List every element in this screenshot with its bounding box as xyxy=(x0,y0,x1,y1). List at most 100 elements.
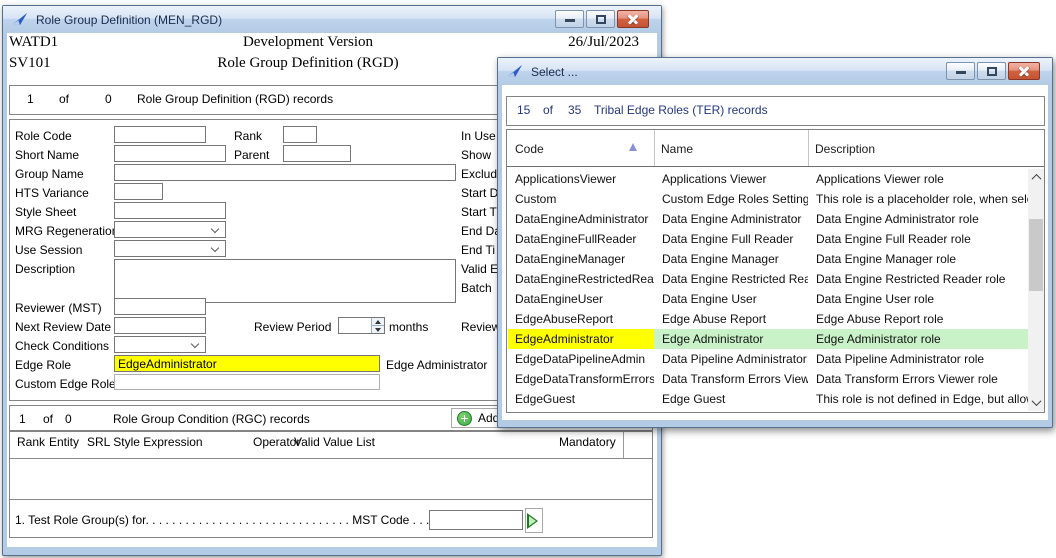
role-code-input[interactable] xyxy=(114,126,206,143)
row-code-cell[interactable]: DataEngineUser xyxy=(508,289,654,309)
description-textarea[interactable] xyxy=(114,259,456,303)
mrg-regeneration-select[interactable] xyxy=(114,221,226,238)
table-row[interactable]: DataEngineRestrictedReader Data Engine R… xyxy=(508,269,1030,289)
valid-label: Valid E xyxy=(461,262,499,276)
table-row[interactable]: EdgeGuest Edge Guest This role is not de… xyxy=(508,389,1030,409)
rgc-col-rank[interactable]: Rank xyxy=(17,435,45,449)
edge-role-input[interactable]: EdgeAdministrator xyxy=(114,355,380,372)
close-button[interactable] xyxy=(617,10,649,28)
ter-col-code[interactable]: Code xyxy=(515,142,544,156)
row-name-cell[interactable]: Edge Guest xyxy=(654,389,808,409)
parent-input[interactable] xyxy=(283,145,351,162)
maximize-button[interactable] xyxy=(586,10,615,28)
row-code-cell[interactable]: Custom xyxy=(508,189,654,209)
review-period-stepper[interactable] xyxy=(338,317,385,334)
table-row[interactable]: ApplicationsViewer Applications Viewer A… xyxy=(508,169,1030,189)
group-name-input[interactable] xyxy=(114,164,456,181)
table-row[interactable]: Custom Custom Edge Roles Setting This ro… xyxy=(508,189,1030,209)
row-code-cell[interactable]: ApplicationsViewer xyxy=(508,169,654,189)
row-description-cell[interactable]: Edge Abuse Report role xyxy=(808,309,1030,329)
dialog-maximize-button[interactable] xyxy=(977,62,1006,80)
row-name-cell[interactable]: Data Engine User xyxy=(654,289,808,309)
row-code-cell[interactable]: EdgeAdministrator xyxy=(508,329,654,349)
row-name-cell[interactable]: Data Engine Manager xyxy=(654,249,808,269)
app-icon xyxy=(12,12,29,27)
dialog-minimize-button[interactable] xyxy=(946,62,975,80)
months-label: months xyxy=(389,320,429,334)
row-description-cell[interactable]: This role is a placeholder role, when se… xyxy=(808,189,1030,209)
short-name-input[interactable] xyxy=(114,145,226,162)
sort-ascending-icon[interactable] xyxy=(629,143,637,151)
row-code-cell[interactable]: DataEngineFullReader xyxy=(508,229,654,249)
desktop: Role Group Definition (MEN_RGD) WATD1 De… xyxy=(0,0,1056,558)
table-row[interactable]: EdgeDataPipelineAdmin Data Pipeline Admi… xyxy=(508,349,1030,369)
use-session-select[interactable] xyxy=(114,240,226,257)
step-up-icon[interactable] xyxy=(372,318,384,325)
row-name-cell[interactable]: Edge Administrator xyxy=(654,329,808,349)
row-code-cell[interactable]: EdgeGuest xyxy=(508,389,654,409)
rgc-col-valid-value-list[interactable]: Valid Value List xyxy=(294,435,375,449)
row-description-cell[interactable]: Data Engine Restricted Reader role xyxy=(808,269,1030,289)
vertical-scrollbar[interactable] xyxy=(1028,169,1044,411)
row-code-cell[interactable]: DataEngineAdministrator xyxy=(508,209,654,229)
rgc-col-mandatory[interactable]: Mandatory xyxy=(559,435,616,449)
row-code-cell[interactable]: EdgeDataPipelineAdmin xyxy=(508,349,654,369)
rgd-records-label: Role Group Definition (RGD) records xyxy=(137,92,334,106)
ter-col-description[interactable]: Description xyxy=(815,142,875,156)
select-dialog: Select ... 15 of 35 Tribal Edge Roles (T… xyxy=(497,57,1053,428)
row-code-cell[interactable]: DataEngineRestrictedReader xyxy=(508,269,654,289)
stepper-buttons[interactable] xyxy=(371,318,384,333)
row-name-cell[interactable]: Data Pipeline Administrator xyxy=(654,349,808,369)
table-row[interactable]: DataEngineUser Data Engine User Data Eng… xyxy=(508,289,1030,309)
table-row[interactable]: DataEngineAdministrator Data Engine Admi… xyxy=(508,209,1030,229)
row-name-cell[interactable]: Data Engine Restricted Reader xyxy=(654,269,808,289)
check-conditions-select[interactable] xyxy=(114,336,206,353)
row-name-cell[interactable]: Applications Viewer xyxy=(654,169,808,189)
run-test-button[interactable] xyxy=(525,508,543,533)
row-description-cell[interactable]: Data Engine Manager role xyxy=(808,249,1030,269)
style-sheet-input[interactable] xyxy=(114,202,226,219)
column-divider[interactable] xyxy=(808,130,809,166)
row-description-cell[interactable]: Data Engine User role xyxy=(808,289,1030,309)
minimize-button[interactable] xyxy=(555,10,584,28)
row-description-cell[interactable]: Data Pipeline Administrator role xyxy=(808,349,1030,369)
row-code-cell[interactable]: DataEngineManager xyxy=(508,249,654,269)
dialog-client: 15 of 35 Tribal Edge Roles (TER) records… xyxy=(502,85,1048,420)
row-code-cell[interactable]: EdgeAbuseReport xyxy=(508,309,654,329)
rgc-col-entity[interactable]: Entity xyxy=(49,435,79,449)
custom-edge-role-input[interactable] xyxy=(114,374,380,390)
main-titlebar[interactable]: Role Group Definition (MEN_RGD) xyxy=(3,6,661,33)
row-description-cell[interactable]: Edge Administrator role xyxy=(808,329,1030,349)
ter-col-name[interactable]: Name xyxy=(661,142,693,156)
table-row[interactable]: EdgeAbuseReport Edge Abuse Report Edge A… xyxy=(508,309,1030,329)
row-name-cell[interactable]: Data Engine Administrator xyxy=(654,209,808,229)
column-divider[interactable] xyxy=(654,130,655,166)
table-row[interactable]: EdgeDataTransformErrorsViewer Data Trans… xyxy=(508,369,1030,389)
hts-variance-input[interactable] xyxy=(114,183,163,200)
row-description-cell[interactable]: Data Transform Errors Viewer role xyxy=(808,369,1030,389)
scrollbar-thumb[interactable] xyxy=(1029,219,1043,291)
next-review-date-input[interactable] xyxy=(114,317,206,334)
mst-code-input[interactable] xyxy=(429,510,523,530)
table-row[interactable]: EdgeAdministrator Edge Administrator Edg… xyxy=(508,329,1030,349)
row-code-cell[interactable]: EdgeDataTransformErrorsViewer xyxy=(508,369,654,389)
table-row[interactable]: DataEngineFullReader Data Engine Full Re… xyxy=(508,229,1030,249)
rgc-col-srl-style-expression[interactable]: SRL Style Expression xyxy=(87,435,203,449)
row-description-cell[interactable]: This role is not defined in Edge, but al… xyxy=(808,389,1030,409)
scroll-down-button[interactable] xyxy=(1028,394,1044,411)
row-name-cell[interactable]: Data Transform Errors Viewer xyxy=(654,369,808,389)
row-description-cell[interactable]: Data Engine Full Reader role xyxy=(808,229,1030,249)
reviewer-input[interactable] xyxy=(114,298,206,315)
row-description-cell[interactable]: Data Engine Administrator role xyxy=(808,209,1030,229)
test-role-group-label: 1. Test Role Group(s) for. . . . . . . .… xyxy=(15,513,430,527)
rank-input[interactable] xyxy=(283,126,317,143)
step-down-icon[interactable] xyxy=(372,325,384,333)
row-name-cell[interactable]: Custom Edge Roles Setting xyxy=(654,189,808,209)
row-name-cell[interactable]: Data Engine Full Reader xyxy=(654,229,808,249)
row-description-cell[interactable]: Applications Viewer role xyxy=(808,169,1030,189)
row-name-cell[interactable]: Edge Abuse Report xyxy=(654,309,808,329)
table-row[interactable]: DataEngineManager Data Engine Manager Da… xyxy=(508,249,1030,269)
dialog-close-button[interactable] xyxy=(1008,62,1040,80)
dialog-titlebar[interactable]: Select ... xyxy=(498,58,1052,85)
scroll-up-button[interactable] xyxy=(1028,169,1044,186)
